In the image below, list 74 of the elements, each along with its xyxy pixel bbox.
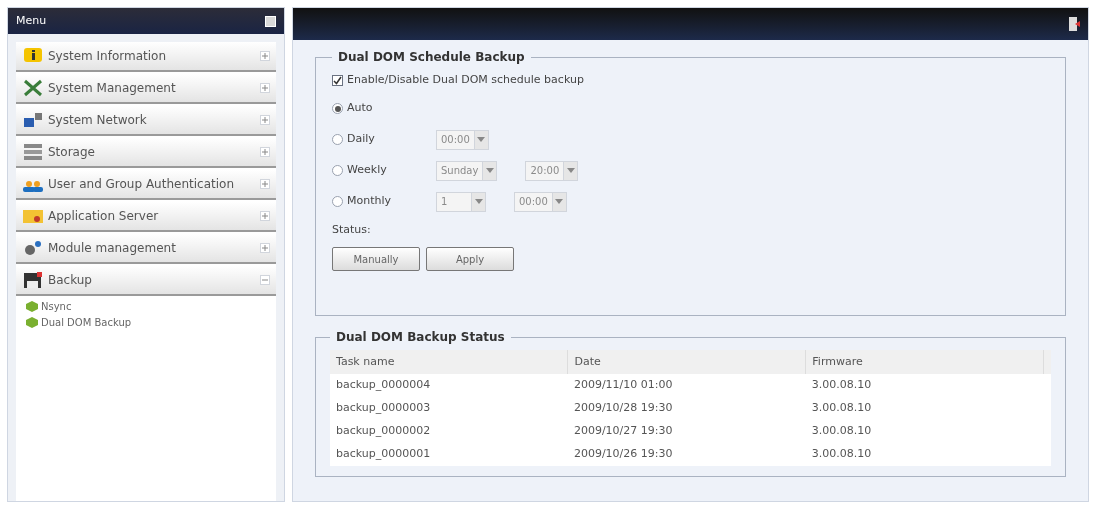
caret-icon [555, 199, 564, 204]
floppy-icon [22, 271, 44, 289]
checkbox[interactable] [332, 74, 343, 86]
table-cell: 3.00.08.10 [805, 397, 1044, 420]
info-icon [22, 47, 44, 65]
header-filler [1043, 350, 1051, 374]
column-header[interactable]: Date [567, 350, 806, 374]
collapse-panel-icon[interactable] [265, 15, 276, 27]
storage-icon [22, 143, 44, 161]
radio-button[interactable] [332, 134, 343, 145]
menu-item[interactable]: System Management [16, 74, 276, 104]
table-cell: 2009/10/26 19:30 [567, 443, 806, 466]
menu-item[interactable]: System Information [16, 42, 276, 72]
table-cell: 2009/11/10 01:00 [567, 374, 806, 397]
logout-icon[interactable] [1068, 16, 1080, 32]
caret-icon [566, 168, 575, 173]
radio-label: Monthly [347, 193, 392, 210]
menu-item[interactable]: Storage [16, 138, 276, 168]
column-header[interactable]: Firmware [805, 350, 1044, 374]
column-header[interactable]: Task name [330, 350, 568, 374]
expand-icon[interactable] [260, 179, 270, 189]
menu-item[interactable]: System Network [16, 106, 276, 136]
gear-icon [22, 239, 44, 257]
cube-icon [26, 316, 38, 328]
tools-icon [22, 79, 44, 97]
table-cell: 2009/10/28 19:30 [567, 397, 806, 420]
table-cell: backup_0000004 [330, 374, 568, 397]
expand-icon[interactable] [260, 83, 270, 93]
table-cell: backup_0000003 [330, 397, 568, 420]
menu-item-label: User and Group Authentication [48, 176, 235, 193]
group-title: Dual DOM Backup Status [335, 329, 506, 346]
cube-icon [26, 300, 38, 312]
radio-label: Daily [347, 131, 375, 148]
menu-title: Menu [16, 12, 47, 29]
submenu-item[interactable]: Dual DOM Backup [16, 314, 276, 330]
radio-label: Weekly [347, 162, 387, 179]
radio-button[interactable] [332, 165, 343, 176]
menu-item[interactable]: User and Group Authentication [16, 170, 276, 200]
menu-item-label: System Information [48, 48, 168, 65]
menu-item-label: Module management [48, 240, 177, 257]
menu-item-label: System Management [48, 80, 177, 97]
menu-item[interactable]: Backup [16, 266, 276, 296]
menu-item-label: Application Server [48, 208, 160, 225]
action-button[interactable]: Manually [332, 247, 420, 271]
menu-item[interactable]: Module management [16, 234, 276, 264]
table-cell: 2009/10/27 19:30 [567, 420, 806, 443]
submenu-item[interactable]: Nsync [16, 298, 276, 314]
table-cell: backup_0000001 [330, 443, 568, 466]
caret-icon [477, 137, 486, 142]
group-title: Dual DOM Schedule Backup [337, 49, 526, 66]
radio-label: Auto [347, 100, 373, 117]
table-cell: 3.00.08.10 [805, 420, 1044, 443]
network-icon [22, 111, 44, 129]
table-cell: 3.00.08.10 [805, 374, 1044, 397]
menu-item-label: Backup [48, 272, 93, 289]
table-cell: 3.00.08.10 [805, 443, 1044, 466]
radio-button[interactable] [332, 103, 343, 114]
caret-icon [474, 199, 483, 204]
status-label: Status: [332, 221, 372, 238]
caret-icon [485, 168, 494, 173]
action-button[interactable]: Apply [426, 247, 514, 271]
radio-button[interactable] [332, 196, 343, 207]
menu-item[interactable]: Application Server [16, 202, 276, 232]
expand-icon[interactable] [260, 243, 270, 253]
expand-icon[interactable] [260, 211, 270, 221]
menu-item-label: Storage [48, 144, 96, 161]
expand-icon[interactable] [260, 147, 270, 157]
collapse-icon[interactable] [260, 275, 270, 285]
checkbox-label: Enable/Disable Dual DOM schedule backup [347, 72, 584, 88]
expand-icon[interactable] [260, 115, 270, 125]
table-cell: backup_0000002 [330, 420, 568, 443]
expand-icon[interactable] [260, 51, 270, 61]
folder-icon [22, 207, 44, 225]
menu-item-label: System Network [48, 112, 148, 129]
